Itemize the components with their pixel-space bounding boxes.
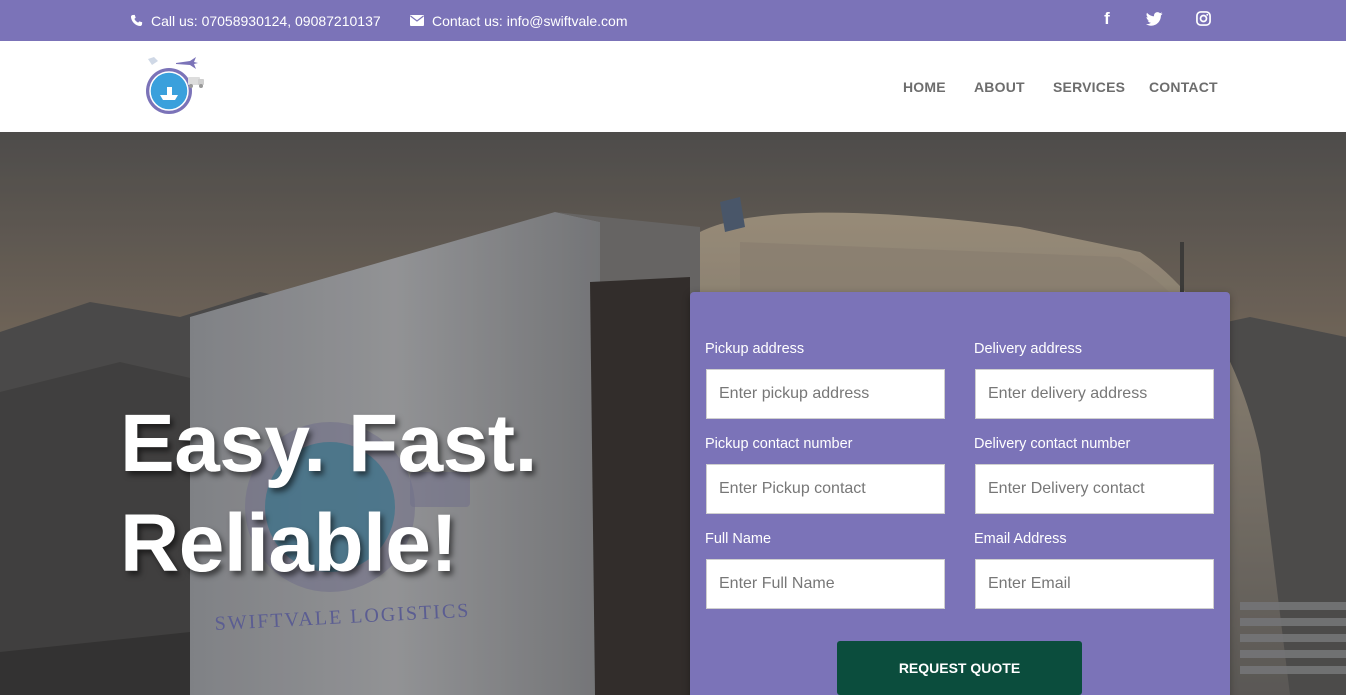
phone-text: Call us: 07058930124, 09087210137 xyxy=(151,12,381,29)
full-name-input[interactable] xyxy=(706,559,945,609)
delivery-address-label: Delivery address xyxy=(974,341,1082,357)
facebook-icon: f xyxy=(1104,8,1110,28)
nav-contact-item[interactable]: CONTACT xyxy=(1149,41,1218,132)
twitter-link[interactable] xyxy=(1140,0,1168,37)
phone-icon xyxy=(130,14,143,27)
delivery-contact-label: Delivery contact number xyxy=(974,436,1131,452)
email-label: Email Address xyxy=(974,531,1067,547)
hero-headline: Easy. Fast. Reliable! xyxy=(120,394,640,594)
pickup-contact-input[interactable] xyxy=(706,464,945,514)
delivery-contact-input[interactable] xyxy=(975,464,1214,514)
nav-home[interactable]: HOME xyxy=(903,79,946,95)
pickup-address-label: Pickup address xyxy=(705,341,805,357)
email-contact: Contact us: info@swiftvale.com xyxy=(410,0,628,41)
facebook-link[interactable]: f xyxy=(1093,0,1121,37)
quote-form-card: Pickup address Delivery address Pickup c… xyxy=(690,292,1230,695)
pickup-address-input[interactable] xyxy=(706,369,945,419)
delivery-address-input[interactable] xyxy=(975,369,1214,419)
nav-services[interactable]: SERVICES xyxy=(1053,79,1125,95)
email-input[interactable] xyxy=(975,559,1214,609)
nav-home-item[interactable]: HOME xyxy=(903,41,946,132)
instagram-icon xyxy=(1195,11,1211,26)
site-header: HOME ABOUT SERVICES CONTACT xyxy=(0,41,1346,132)
site-logo[interactable] xyxy=(140,51,212,117)
envelope-icon xyxy=(410,15,424,26)
nav-about[interactable]: ABOUT xyxy=(974,79,1025,95)
top-bar: Call us: 07058930124, 09087210137 Contac… xyxy=(0,0,1346,41)
hero-headline-line2: Reliable! xyxy=(120,498,458,589)
logo-globe-icon xyxy=(146,57,204,114)
nav-about-item[interactable]: ABOUT xyxy=(974,41,1025,132)
phone-contact: Call us: 07058930124, 09087210137 xyxy=(130,0,381,41)
pickup-contact-label: Pickup contact number xyxy=(705,436,853,452)
request-quote-button[interactable]: REQUEST QUOTE xyxy=(837,641,1082,695)
instagram-link[interactable] xyxy=(1189,0,1217,37)
full-name-label: Full Name xyxy=(705,531,772,547)
twitter-icon xyxy=(1145,11,1163,26)
nav-contact[interactable]: CONTACT xyxy=(1149,79,1218,95)
hero-headline-line1: Easy. Fast. xyxy=(120,398,537,489)
email-text: Contact us: info@swiftvale.com xyxy=(432,12,628,29)
nav-services-item[interactable]: SERVICES xyxy=(1053,41,1125,132)
